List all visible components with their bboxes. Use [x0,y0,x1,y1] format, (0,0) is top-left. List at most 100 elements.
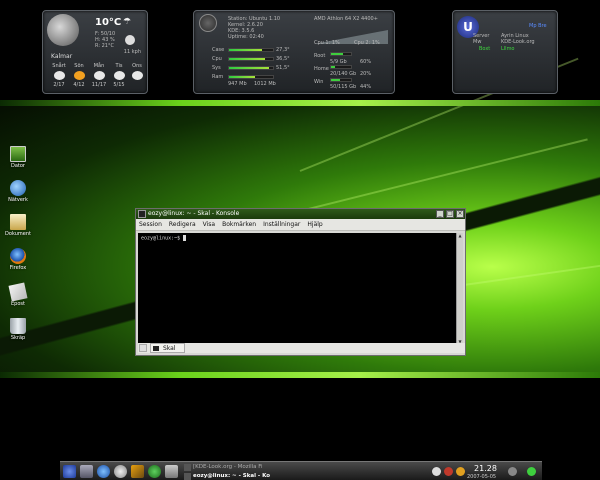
desktop-icon-label: Nätverk [8,197,28,203]
menu-view[interactable]: Visa [203,219,215,230]
temp-value: 27,3° [276,47,290,53]
tools-icon[interactable] [131,465,144,478]
disk-bar [330,78,352,82]
desktop-icon-computer[interactable]: Dator [4,146,32,169]
desktop-icon-label: Firefox [9,265,27,271]
menu-edit[interactable]: Redigera [169,219,196,230]
forecast-day-name: Tis [115,63,123,69]
show-desktop-icon[interactable] [80,465,93,478]
ram-label: Ram [212,74,224,80]
user-info-widget[interactable]: U Mp Bre Server Ayrin Linux Mw KDE-Look.… [452,10,558,94]
desktop-icon-firefox[interactable]: Firefox [4,248,32,271]
menu-bookmarks[interactable]: Bokmärken [222,219,256,230]
task-konsole[interactable]: eozy@linux: ~ - Skal - Ko [182,472,300,480]
desktop-icon-label: Epost [11,301,25,307]
desktop-icon-label: Dator [11,163,25,169]
firefox-icon [184,464,191,471]
ram-used: 947 Mb [228,81,247,87]
task-firefox[interactable]: [KDE-Look.org - Mozilla Fi [182,463,300,472]
tray-alert-icon[interactable] [444,467,453,476]
thunderstorm-icon: ☂ [123,17,132,27]
disk-percent: 44% [360,84,372,90]
forecast-day: Sön 4/12 [69,63,89,88]
desktop-icon-network[interactable]: Nätverk [4,180,32,203]
user-value: KDE-Look.org [501,39,535,45]
kde-menu-icon[interactable] [63,465,76,478]
menu-settings[interactable]: Inställningar [263,219,300,230]
temp-label: Cpu [212,56,222,62]
terminal-area[interactable]: eozy@linux:~$ [138,233,457,345]
system-monitor-widget[interactable]: Station: Ubuntu 1.10 Kernel: 2.6.20 KDE:… [193,10,395,94]
cloud-icon [93,71,105,80]
maximize-button[interactable]: □ [446,210,454,218]
menu-help[interactable]: Hjälp [307,219,322,230]
tray-power-icon[interactable] [508,467,517,476]
clock-date: 2007-05-05 [467,474,497,480]
tab-skal[interactable]: Skal [150,343,185,353]
terminal-icon [153,346,159,351]
minimize-button[interactable]: _ [436,210,444,218]
network-icon [10,180,26,196]
weather-wind: 11 kph [123,49,141,55]
wallpaper-bottom-edge [0,372,600,378]
forecast-day-name: Sön [74,63,84,69]
window-titlebar[interactable]: eozy@linux: ~ - Skal - Konsole _ □ × [136,209,465,219]
trash-icon [10,318,26,334]
taskbar: [KDE-Look.org - Mozilla Fi eozy@linux: ~… [60,461,542,480]
disk-percent: 20% [360,71,372,77]
forecast-day-temps: 2/17 [53,82,65,88]
wallpaper-top-edge [0,100,600,106]
ram-bar [228,75,274,79]
weather-city: Kalmar [51,53,73,60]
clock-time[interactable]: 21.28 [474,464,497,473]
konsole-window[interactable]: eozy@linux: ~ - Skal - Konsole _ □ × Ses… [135,208,466,356]
tray-icon[interactable] [432,467,441,476]
browser-icon[interactable] [97,465,110,478]
gauge-icon [199,14,217,32]
cloud-icon [113,71,125,80]
network-icon[interactable] [148,465,161,478]
firefox-icon [10,248,26,264]
forecast-day-temps: 5/15 [113,82,125,88]
status-label: Boxt [479,46,491,52]
tray-status-icon[interactable] [527,467,536,476]
disk-usage: 50/115 Gb [330,84,357,90]
desktop-icon-documents[interactable]: Dokument [4,214,32,237]
user-label: Mw [473,39,482,45]
temp-value: 36,5° [276,56,290,62]
forecast-day-temps: 4/12 [73,82,85,88]
forecast-day: Ons [127,63,147,82]
weather-temperature: 10°C [95,17,122,28]
menu-session[interactable]: Session [139,219,162,230]
forecast-day: Tis 5/15 [109,63,129,88]
sun-icon [73,71,85,80]
widget-links[interactable]: Mp Bre [529,23,547,29]
menu-bar: Session Redigera Visa Bokmärken Inställn… [136,219,465,231]
computer-icon [10,146,26,162]
terminal-scrollbar[interactable]: ▲ ▼ [456,233,463,345]
forecast-day-temps: 11/17 [91,82,107,88]
terminal-icon [184,473,191,480]
desktop-icon-email[interactable]: Epost [4,282,32,307]
desktop-icon-label: Skräp [10,335,26,341]
temp-label: Case [212,47,225,53]
task-label: [KDE-Look.org - Mozilla Fi [193,464,263,470]
tray-tools-icon[interactable] [456,467,465,476]
disk-percent: 60% [360,59,372,65]
forecast-day: Snårt 2/17 [49,63,69,88]
ram-total: 1012 Mb [254,81,276,87]
forecast-day: Mån 11/17 [89,63,109,88]
new-tab-button[interactable] [139,344,147,352]
scroll-up-arrow-icon[interactable]: ▲ [457,233,463,239]
disk-label: Root [314,53,326,59]
folder-icon [10,214,26,230]
weather-widget[interactable]: 10°C ☂ F: 50/10 H: 43 % R: 21°C Kalmar 1… [42,10,148,94]
temp-value: 51,5° [276,65,290,71]
search-icon[interactable] [114,465,127,478]
session-tab-bar: Skal [138,343,465,353]
desktop-icon-trash[interactable]: Skräp [4,318,32,341]
weather-detail: R: 21°C [95,43,114,49]
desktop-icon-label: Dokument [5,231,31,237]
settings-icon[interactable] [165,465,178,478]
close-button[interactable]: × [456,210,464,218]
